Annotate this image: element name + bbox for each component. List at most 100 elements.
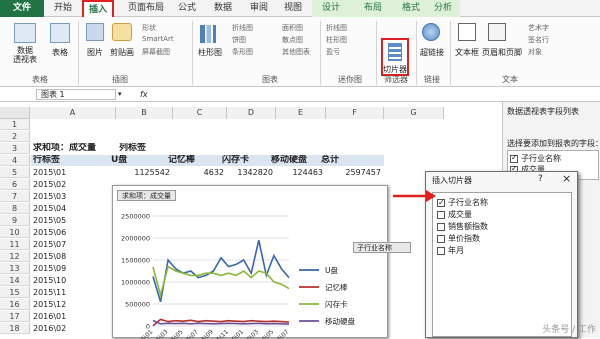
pane-field-item[interactable]: ✓ 子行业名称: [510, 153, 561, 164]
line-chart-button[interactable]: 折线图: [232, 23, 253, 33]
tab-insert[interactable]: 插入: [82, 0, 114, 17]
row-header[interactable]: 6: [0, 179, 30, 190]
column-header[interactable]: E: [276, 107, 326, 119]
row-header[interactable]: 7: [0, 191, 30, 202]
area-chart-button[interactable]: 面积图: [282, 23, 303, 33]
cell[interactable]: 2015\02: [33, 179, 113, 190]
slicer-button[interactable]: 切片器: [381, 38, 409, 76]
row-header[interactable]: 13: [0, 263, 30, 274]
tab-review[interactable]: 审阅: [244, 0, 274, 17]
row-header[interactable]: 2: [0, 131, 30, 142]
checkbox-icon[interactable]: [437, 234, 445, 243]
cell[interactable]: 2015\04: [33, 203, 113, 214]
smartart-button[interactable]: SmartArt: [142, 35, 174, 43]
cell[interactable]: 2015\07: [33, 239, 113, 250]
checkbox-icon[interactable]: [437, 246, 445, 255]
cell[interactable]: 124463: [279, 167, 323, 178]
cell[interactable]: 记忆棒: [168, 155, 216, 166]
pivot-chart[interactable]: 求和项：成交量 子行业名称 0 500000 1000000 1500000 20000…: [112, 185, 411, 339]
cell[interactable]: 4632: [176, 167, 224, 178]
tab-format[interactable]: 格式: [396, 0, 426, 17]
tab-data[interactable]: 数据: [208, 0, 238, 17]
picture-label[interactable]: 图片: [84, 47, 106, 58]
bar-chart-button[interactable]: 条形图: [232, 47, 253, 57]
cell[interactable]: 行标签: [33, 155, 113, 166]
cell[interactable]: 2015\03: [33, 191, 113, 202]
row-header[interactable]: 16: [0, 299, 30, 310]
column-header[interactable]: A: [30, 107, 116, 119]
column-chart-icon[interactable]: [200, 25, 216, 43]
textbox-icon[interactable]: [458, 23, 476, 41]
picture-icon[interactable]: [86, 23, 104, 41]
chevron-down-icon[interactable]: ▾: [118, 89, 126, 100]
row-header[interactable]: 8: [0, 203, 30, 214]
signature-line-button[interactable]: 签名行: [528, 35, 549, 45]
cell[interactable]: 2015\11: [33, 287, 113, 298]
tab-home[interactable]: 开始: [48, 0, 78, 17]
cell[interactable]: 2015\12: [33, 299, 113, 310]
row-header[interactable]: 3: [0, 143, 30, 154]
cell[interactable]: 2016\02: [33, 323, 113, 334]
checkbox-icon[interactable]: [437, 222, 445, 231]
close-icon[interactable]: ×: [562, 172, 571, 185]
row-header[interactable]: 5: [0, 167, 30, 178]
row-header[interactable]: 12: [0, 251, 30, 262]
row-header[interactable]: 11: [0, 239, 30, 250]
slicer-field-item[interactable]: 年月: [437, 245, 464, 256]
textbox-label[interactable]: 文本框: [452, 47, 482, 58]
cell[interactable]: 2015\01: [33, 167, 113, 178]
cell[interactable]: 2015\05: [33, 215, 113, 226]
checkbox-checked-icon[interactable]: ✓: [437, 198, 445, 207]
checkbox-icon[interactable]: [437, 210, 445, 219]
header-footer-label[interactable]: 页眉和页脚: [482, 47, 522, 58]
name-box[interactable]: 图表 1: [36, 89, 116, 100]
cell[interactable]: 求和项：成交量: [33, 143, 113, 154]
screenshot-button[interactable]: 屏幕截图: [142, 47, 170, 57]
help-icon[interactable]: ?: [538, 174, 543, 184]
hyperlink-icon[interactable]: [422, 23, 440, 41]
tab-view[interactable]: 视图: [278, 0, 308, 17]
column-header[interactable]: D: [227, 107, 276, 119]
cell[interactable]: 2015\08: [33, 251, 113, 262]
row-header[interactable]: 9: [0, 215, 30, 226]
cell[interactable]: 总计: [321, 155, 373, 166]
tab-file[interactable]: 文件: [0, 0, 44, 17]
series-line-2[interactable]: [152, 318, 290, 327]
tab-formulas[interactable]: 公式: [172, 0, 202, 17]
scatter-chart-button[interactable]: 散点图: [282, 35, 303, 45]
cell[interactable]: 2016\01: [33, 311, 113, 322]
cell[interactable]: 2597457: [329, 167, 381, 178]
tab-layout[interactable]: 布局: [358, 0, 388, 17]
row-header[interactable]: 14: [0, 275, 30, 286]
pivot-table-icon[interactable]: [14, 23, 36, 43]
cell[interactable]: 1125542: [119, 167, 170, 178]
tab-page-layout[interactable]: 页面布局: [124, 0, 168, 17]
pie-chart-button[interactable]: 饼图: [232, 35, 246, 45]
slicer-field-item[interactable]: 销售额指数: [437, 221, 488, 232]
cell[interactable]: 闪存卡: [222, 155, 265, 166]
column-header[interactable]: G: [384, 107, 444, 119]
slicer-field-item[interactable]: 单价指数: [437, 233, 480, 244]
pivot-table-label[interactable]: 数据 透视表: [8, 46, 42, 64]
cell[interactable]: 2015\10: [33, 275, 113, 286]
row-header[interactable]: 10: [0, 227, 30, 238]
wordart-button[interactable]: 艺术字: [528, 23, 549, 33]
fx-icon[interactable]: fx: [140, 89, 152, 100]
sparkline-winloss-button[interactable]: 盈亏: [326, 47, 340, 57]
header-footer-icon[interactable]: [488, 23, 506, 41]
row-header[interactable]: 1: [0, 119, 30, 130]
table-label[interactable]: 表格: [48, 47, 72, 58]
cell[interactable]: 列标签: [119, 143, 170, 154]
sparkline-line-button[interactable]: 折线图: [326, 23, 347, 33]
other-charts-button[interactable]: 其他图表: [282, 47, 310, 57]
cell[interactable]: 2015\09: [33, 263, 113, 274]
cell[interactable]: 移动硬盘: [271, 155, 315, 166]
table-icon[interactable]: [50, 23, 70, 43]
row-header[interactable]: 18: [0, 323, 30, 334]
shapes-button[interactable]: 形状: [142, 23, 156, 33]
slicer-field-item[interactable]: ✓ 子行业名称: [437, 197, 488, 208]
tab-analyze[interactable]: 分析: [428, 0, 458, 17]
cell[interactable]: U盘: [111, 155, 162, 166]
select-all-corner[interactable]: [0, 107, 30, 119]
series-line-1[interactable]: [152, 240, 290, 303]
